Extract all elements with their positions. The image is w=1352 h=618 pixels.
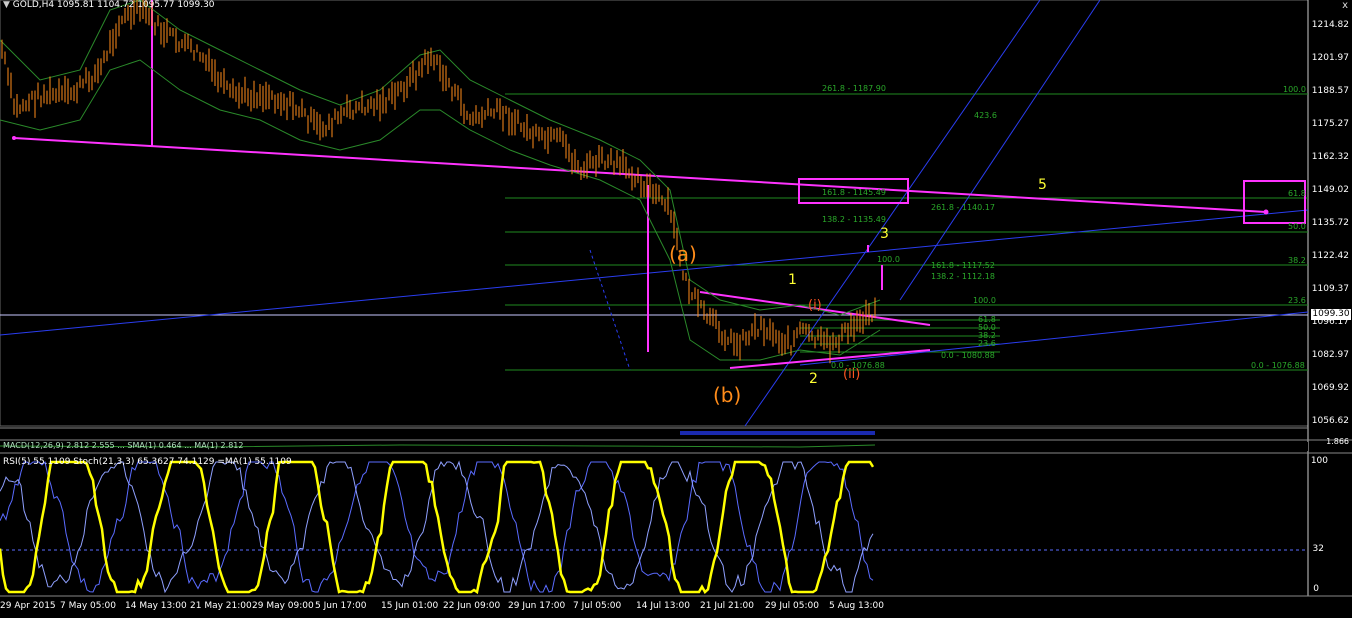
chart-window[interactable]: ▼ GOLD,H4 1095.81 1104.72 1095.77 1099.3… <box>0 0 1352 614</box>
channel-lines <box>0 0 1309 427</box>
time-tick: 7 May 05:00 <box>60 601 116 611</box>
fib-lines <box>505 93 1308 371</box>
time-tick: 14 May 13:00 <box>125 601 187 611</box>
time-tick: 29 Apr 2015 <box>0 601 56 611</box>
close-icon[interactable]: x <box>1342 0 1348 11</box>
time-tick: 5 Jun 17:00 <box>315 601 367 611</box>
price-tick: 1201.97 <box>1311 53 1349 63</box>
fib-label: 38.2 <box>1288 256 1306 265</box>
price-tick: 1188.57 <box>1311 86 1349 96</box>
price-tick: 1122.42 <box>1311 251 1349 261</box>
osc-tick: 100 <box>1310 456 1328 466</box>
chart-symbol-icon: ▼ <box>3 0 10 10</box>
indicator-title: RSI(5) 55.1109 Stoch(21,3,3) 65.3627 74.… <box>3 457 292 467</box>
price-tick: 1109.37 <box>1311 284 1349 294</box>
osc-tick: 32 <box>1312 544 1324 554</box>
ma-envelope <box>0 0 881 316</box>
price-tick: 1082.97 <box>1311 350 1349 360</box>
price-tick: 1135.72 <box>1311 218 1349 228</box>
time-tick: 7 Jul 05:00 <box>573 601 622 611</box>
wave-label-1: 1 <box>788 272 797 288</box>
price-tick: 1175.27 <box>1311 119 1349 129</box>
price-tick: 1149.02 <box>1311 185 1349 195</box>
time-tick: 5 Aug 13:00 <box>829 601 884 611</box>
time-tick: 21 Jul 21:00 <box>700 601 754 611</box>
current-price-tag: 1099.30 <box>1311 309 1351 320</box>
macd-tick: 1.866 <box>1326 437 1349 446</box>
price-tick: 1214.82 <box>1311 20 1349 30</box>
oscillator-series <box>0 460 875 595</box>
fib-label: 138.2 - 1112.18 <box>931 272 995 281</box>
fib-label: 0.0 - 1076.88 <box>1251 361 1305 370</box>
time-tick: 29 Jul 05:00 <box>765 601 819 611</box>
wave-label-b: (b) <box>713 383 742 407</box>
wave-label-5: 5 <box>1038 177 1047 193</box>
fib-label: 23.6 <box>978 339 996 348</box>
price-chart[interactable] <box>0 0 1352 614</box>
time-tick: 29 May 09:00 <box>252 601 314 611</box>
fib-label: 0.0 - 1080.88 <box>941 351 995 360</box>
time-tick: 29 Jun 17:00 <box>508 601 566 611</box>
fib-label: 100.0 <box>1283 85 1306 94</box>
oscillator-line <box>0 461 874 593</box>
price-tick: 1069.92 <box>1311 383 1349 393</box>
fib-label: 100.0 <box>973 296 996 305</box>
fib-label: 261.8 - 1140.17 <box>931 203 995 212</box>
fib-label: 100.0 <box>877 255 900 264</box>
macd-title: MACD(12,26,9) 2.812 2.555 ... SMA(1) 0.4… <box>3 441 244 450</box>
time-tick: 22 Jun 09:00 <box>443 601 501 611</box>
fib-label: 138.2 - 1135.49 <box>822 215 886 224</box>
fib-label: 423.6 <box>974 111 997 120</box>
price-tick: 1162.32 <box>1311 152 1349 162</box>
wave-label-a: (a) <box>669 242 697 266</box>
osc-tick: 0 <box>1313 584 1319 594</box>
time-tick: 15 Jun 01:00 <box>381 601 439 611</box>
wave-label-3: 3 <box>880 226 889 242</box>
fib-label: 161.8 - 1117.52 <box>931 261 995 270</box>
time-tick: 14 Jul 13:00 <box>636 601 690 611</box>
chart-title: ▼ GOLD,H4 1095.81 1104.72 1095.77 1099.3… <box>3 0 215 10</box>
wave-label-2: 2 <box>809 371 818 387</box>
fib-label: 23.6 <box>1288 296 1306 305</box>
fib-label: 50.0 <box>1288 222 1306 231</box>
time-tick: 21 May 21:00 <box>190 601 252 611</box>
fib-label: 61.8 <box>1288 189 1306 198</box>
fib-label: 0.0 - 1076.88 <box>831 361 885 370</box>
wave-label-i: (i) <box>808 298 822 313</box>
fib-label: 261.8 - 1187.90 <box>822 84 886 93</box>
fib-label: 161.8 - 1145.49 <box>822 188 886 197</box>
price-tick: 1056.62 <box>1311 416 1349 426</box>
trend-annotations <box>13 0 1306 369</box>
